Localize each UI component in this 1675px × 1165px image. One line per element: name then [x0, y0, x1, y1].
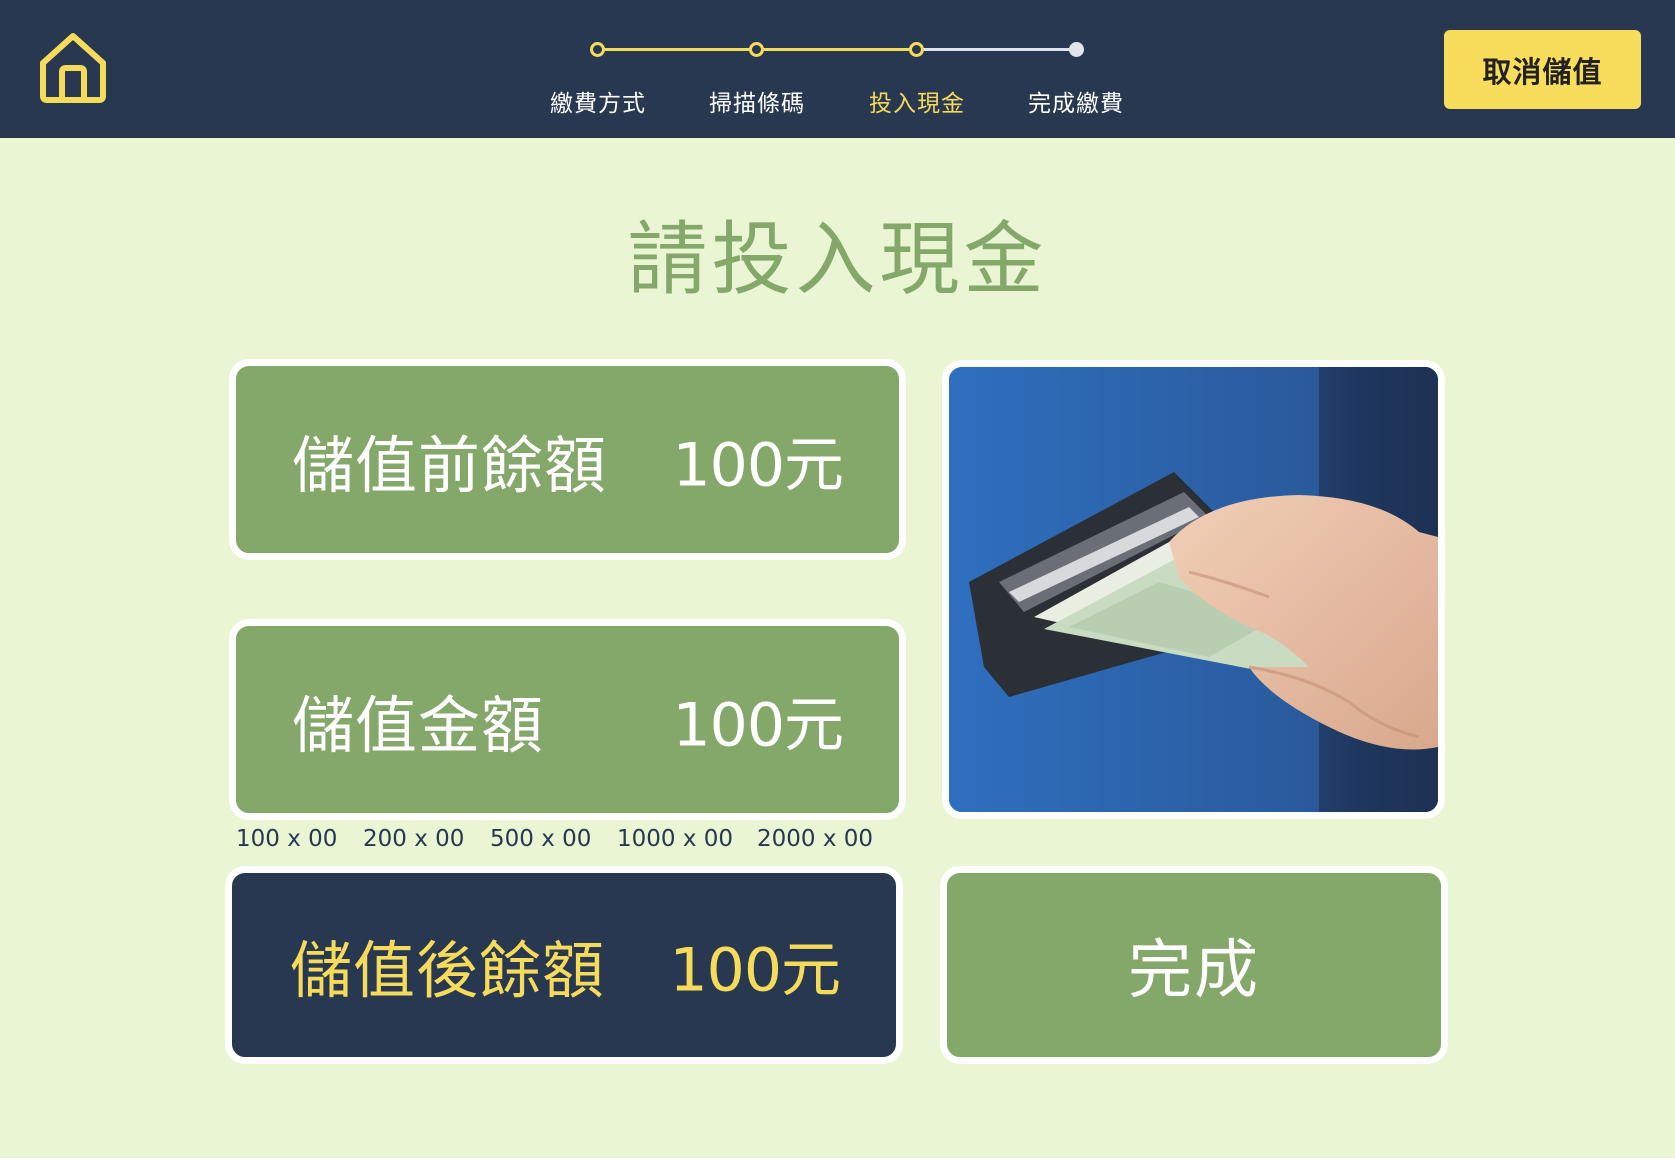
- progress-dot-1: [590, 42, 605, 57]
- progress-dot-3: [909, 42, 924, 57]
- step-label-payment-method: 繳費方式: [550, 91, 646, 117]
- cancel-topup-button[interactable]: 取消儲值: [1444, 30, 1641, 109]
- progress-dot-4: [1069, 42, 1084, 57]
- done-button[interactable]: 完成: [940, 866, 1448, 1064]
- bottom-edge: [0, 1158, 1675, 1165]
- top-bar: 繳費方式 掃描條碼 投入現金 完成繳費 取消儲值: [0, 0, 1675, 138]
- insert-cash-illustration: [942, 360, 1445, 819]
- balance-before-card: 儲值前餘額 100元: [229, 359, 906, 560]
- balance-after-label: 儲值後餘額: [290, 934, 606, 1007]
- cash-slot-image: [949, 367, 1438, 812]
- progress-line-1: [598, 48, 757, 51]
- home-icon: [40, 33, 106, 103]
- page-title: 請投入現金: [627, 213, 1048, 306]
- progress-line-2: [757, 48, 917, 51]
- denomination-1000: 1000 x 00: [617, 826, 734, 852]
- balance-after-value: 100元: [669, 935, 841, 1006]
- denomination-2000: 2000 x 00: [757, 826, 874, 852]
- topup-amount-label: 儲值金額: [292, 688, 545, 762]
- step-label-complete-payment: 完成繳費: [1028, 91, 1124, 117]
- topup-amount-value: 100元: [672, 690, 844, 760]
- progress-dot-2: [749, 42, 764, 57]
- balance-before-label: 儲值前餘額: [292, 428, 608, 502]
- denomination-200: 200 x 00: [363, 826, 465, 852]
- step-label-scan-barcode: 掃描條碼: [709, 91, 805, 117]
- denomination-500: 500 x 00: [490, 826, 592, 852]
- balance-after-card: 儲值後餘額 100元: [225, 866, 903, 1064]
- topup-amount-card: 儲值金額 100元: [229, 619, 906, 820]
- home-button[interactable]: [36, 30, 110, 106]
- step-label-insert-cash: 投入現金: [869, 91, 965, 117]
- progress-line-3: [917, 48, 1077, 51]
- denomination-100: 100 x 00: [236, 826, 338, 852]
- balance-before-value: 100元: [672, 430, 844, 500]
